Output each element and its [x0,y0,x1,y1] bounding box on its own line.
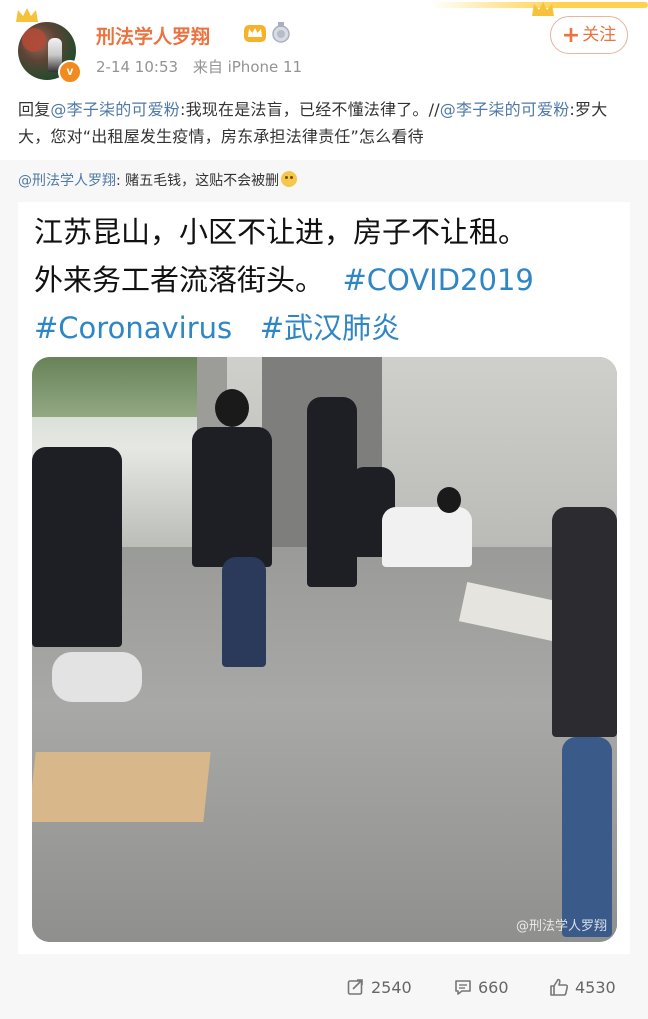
post-time: 2-14 10:53 [96,58,179,76]
image-caption: 江苏昆山，小区不让进，房子不让租。 外来务工者流落街头。 #COVID2019 … [34,208,624,352]
repost-count: 2540 [371,978,412,997]
comment-action[interactable]: 660 [454,970,509,1006]
scene-person-sitting [382,507,472,567]
post-text: 回复@李子柒的可爱粉:我现在是法盲，已经不懂法律了。//@李子柒的可爱粉:罗大大… [18,96,632,150]
media-card[interactable]: 江苏昆山，小区不让进，房子不让租。 外来务工者流落街头。 #COVID2019 … [18,202,630,954]
medal-icon [272,22,290,43]
smirk-emoji-icon [281,171,298,187]
like-count: 4530 [575,978,616,997]
reply-prefix: 回复 [18,100,51,119]
caption-line-3: #Coronavirus #武汉肺炎 [34,304,624,352]
reply-text-1: :我现在是法盲，已经不懂法律了。// [180,100,440,119]
scene-person-legs [222,557,266,667]
repost-icon [347,979,363,995]
repost-action[interactable]: 2540 [347,970,412,1006]
scene-bag [52,652,142,702]
verified-badge-icon: v [58,60,82,84]
post-source: 来自 iPhone 11 [192,58,303,76]
scene-person-walking [192,427,272,567]
scene-person-right [552,507,617,737]
like-action[interactable]: 4530 [549,970,616,1006]
hashtag-coronavirus: #Coronavirus [34,311,233,345]
caption-line-2-text: 外来务工者流落街头。 [34,263,325,297]
scene-person-head [215,389,249,427]
plus-icon: + [561,23,581,48]
follow-button[interactable]: + 关注 [550,16,628,54]
thumbs-up-icon [550,978,569,996]
vip-crown-icon [244,25,266,42]
video-watermark: @刑法学人罗翔 [515,919,607,934]
scene-cardboard [32,752,211,822]
avatar-tree [22,28,46,52]
repost-author-mention[interactable]: @刑法学人罗翔 [18,173,116,189]
caption-line-2: 外来务工者流落街头。 #COVID2019 [34,256,624,304]
comment-icon [455,980,471,995]
scene-person-right-legs [562,737,612,937]
caption-line-1: 江苏昆山，小区不让进，房子不让租。 [34,215,528,249]
comment-count: 660 [478,978,509,997]
mention-link[interactable]: @李子柒的可爱粉 [440,100,570,119]
username[interactable]: 刑法学人罗翔 [96,22,210,49]
scene-person-left [32,447,122,647]
hashtag-covid2019: #COVID2019 [342,263,534,297]
post-header: v 刑法学人罗翔 2-14 10:53 来自 iPhone 11 + 关注 [0,0,648,95]
reposted-content[interactable]: @刑法学人罗翔: 赌五毛钱，这贴不会被删 江苏昆山，小区不让进，房子不让租。 外… [0,160,648,1019]
mention-link[interactable]: @李子柒的可爱粉 [50,100,180,119]
repost-header: @刑法学人罗翔: 赌五毛钱，这贴不会被删 [18,170,298,190]
post-meta: 2-14 10:53 来自 iPhone 11 [96,56,312,77]
scene-trees [32,357,202,417]
repost-text: : 赌五毛钱，这贴不会被删 [116,173,280,189]
action-bar: 2540 660 4530 [0,970,648,1006]
video-thumbnail[interactable]: @刑法学人罗翔 [32,357,617,942]
scene-person-sitting-head [437,487,461,513]
follow-label: 关注 [582,25,617,45]
hashtag-wuhan: #武汉肺炎 [259,311,401,345]
